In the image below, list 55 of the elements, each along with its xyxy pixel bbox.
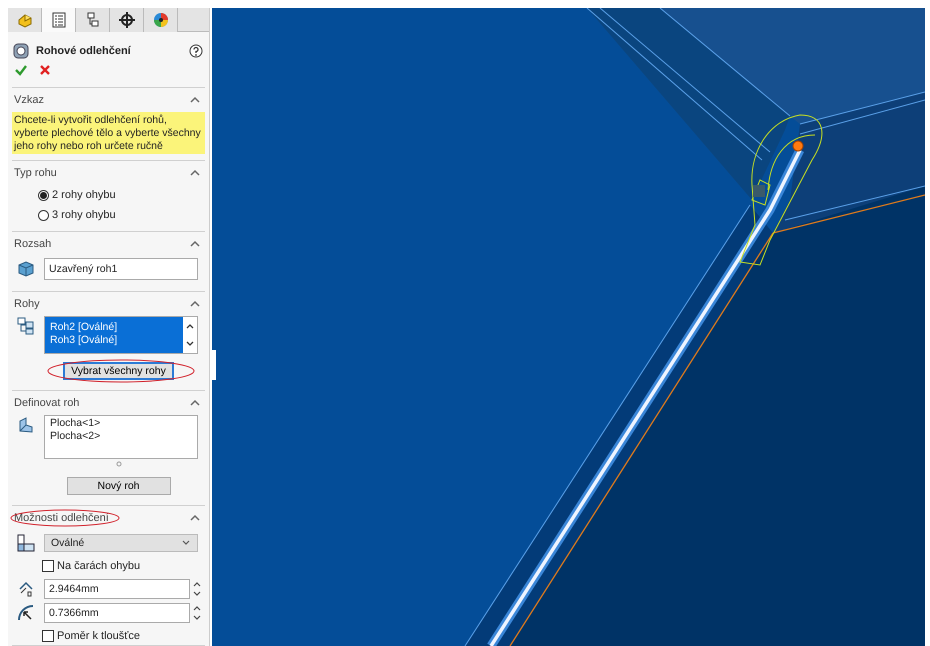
dropdown[interactable]: Oválné (44, 534, 198, 552)
section-title: Definovat roh (14, 397, 80, 409)
list-item[interactable]: Plocha<2> (48, 430, 194, 443)
radio-label: 2 rohy ohybu (52, 189, 116, 201)
list-box[interactable]: Roh2 [Oválné] Roh3 [Oválné] (44, 316, 198, 354)
checkmark-icon (14, 62, 28, 77)
collapse-icon[interactable] (189, 168, 201, 178)
panel-tab[interactable] (42, 8, 76, 32)
scroll-down-icon[interactable] (185, 340, 195, 348)
radio-label: 3 rohy ohybu (52, 209, 116, 221)
panel-collapse-handle[interactable] (212, 350, 216, 380)
number-field[interactable]: 0.7366mm (44, 603, 190, 623)
radio-button[interactable] (38, 210, 49, 220)
scroll-up-icon[interactable] (185, 322, 195, 330)
caret-icon (181, 539, 191, 547)
collapse-icon[interactable] (189, 239, 201, 249)
checkbox[interactable] (42, 560, 54, 572)
panel-tab[interactable] (110, 8, 144, 32)
collapse-icon[interactable] (189, 398, 201, 408)
message-text: Chcete-li vytvořit odlehčení rohů, vyberte plechové tělo a vyberte všechny jeho rohy nebo roh určete ručně (12, 112, 205, 154)
collapse-icon[interactable] (189, 95, 201, 105)
collapse-icon[interactable] (189, 513, 201, 523)
checkbox-label: Poměr k tloušťce (57, 630, 140, 642)
section-title: Rozsah (14, 238, 52, 250)
list-item[interactable]: Plocha<1> (48, 417, 194, 430)
ok-button[interactable] (14, 62, 28, 77)
collapse-icon[interactable] (189, 299, 201, 309)
property-list-icon (50, 11, 68, 29)
close-icon (38, 62, 52, 77)
section-title: Možnosti odlehčení (14, 512, 109, 524)
panel-button[interactable]: Vybrat všechny rohy (63, 362, 174, 380)
section-title: Vzkaz (14, 94, 44, 106)
number-field[interactable]: 2.9464mm (44, 579, 190, 599)
list-box[interactable]: Plocha<1> Plocha<2> (44, 415, 198, 459)
panel-title: Rohové odlehčení (36, 45, 132, 58)
checkbox[interactable] (42, 630, 54, 642)
section-title: Rohy (14, 298, 40, 310)
resize-handle-icon[interactable] (116, 461, 122, 467)
relief-feature-icon (12, 42, 30, 60)
relief-shape-icon (16, 533, 36, 553)
spin-arrows-icon[interactable] (192, 604, 202, 622)
help-icon[interactable] (189, 44, 203, 58)
cube-icon (16, 259, 36, 279)
spin-arrows-icon[interactable] (192, 580, 202, 598)
color-wheel-icon (152, 11, 170, 29)
tree-icon (16, 316, 36, 336)
panel-button[interactable]: Nový roh (66, 477, 170, 495)
radio-button[interactable] (38, 190, 49, 200)
crosshair-icon (118, 11, 136, 29)
cancel-button[interactable] (38, 62, 52, 77)
checkbox-label: Na čarách ohybu (57, 560, 140, 572)
panel-tab[interactable] (76, 8, 110, 32)
section-title: Typ rohu (14, 167, 57, 179)
text-field[interactable]: Uzavřený roh1 (44, 258, 198, 280)
radius-icon (16, 603, 36, 623)
